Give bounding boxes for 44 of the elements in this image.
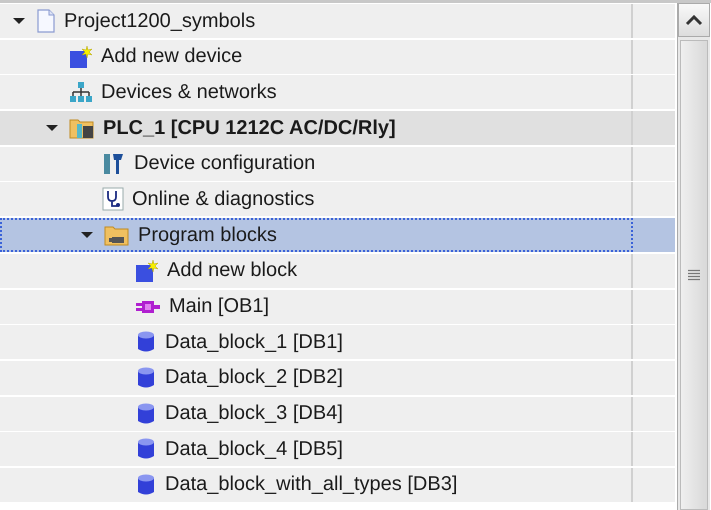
caret-up-icon <box>685 14 703 26</box>
tree-row[interactable]: Add new block <box>0 254 675 288</box>
item-label: Data_block_2 [DB2] <box>165 366 343 390</box>
scroll-thumb[interactable] <box>680 40 708 510</box>
item-label: Device configuration <box>134 152 316 176</box>
tree-row[interactable]: Device configuration <box>0 146 675 181</box>
tree-row[interactable]: Data_block_3 [DB4] <box>0 396 675 431</box>
stethoscope-icon <box>102 187 124 212</box>
item-label: Online & diagnostics <box>132 188 314 211</box>
scroll-up-button[interactable] <box>678 3 710 37</box>
database-icon <box>135 437 157 462</box>
item-label: Main [OB1] <box>169 295 270 318</box>
database-icon <box>135 366 157 390</box>
tree-row[interactable]: Main [OB1] <box>0 290 675 324</box>
tree-row[interactable]: Add new device <box>0 40 675 74</box>
item-label: Add new device <box>101 45 242 68</box>
item-label: Program blocks <box>138 224 277 247</box>
tree-row[interactable]: Data_block_1 [DB1] <box>0 325 675 360</box>
tree-row[interactable]: Program blocks <box>0 218 675 252</box>
database-icon <box>135 472 157 497</box>
tree-row[interactable]: Online & diagnostics <box>0 182 675 216</box>
network-icon <box>69 80 93 104</box>
database-icon <box>135 330 157 354</box>
item-label: Data_block_1 [DB1] <box>165 330 343 354</box>
tree-row[interactable]: Data_block_2 [DB2] <box>0 360 675 395</box>
scrollbar[interactable] <box>677 3 710 510</box>
item-label: Data_block_with_all_types [DB3] <box>165 473 458 496</box>
item-label: Data_block_3 [DB4] <box>165 402 343 426</box>
tree-row[interactable]: PLC_1 [CPU 1212C AC/DC/Rly] <box>0 111 675 146</box>
tree-row[interactable]: Data_block_with_all_types [DB3] <box>0 468 675 502</box>
tool-icon <box>102 152 126 176</box>
tree-row[interactable]: Project1200_symbols <box>0 4 675 38</box>
add-block-icon <box>69 44 93 69</box>
tree-row[interactable]: Data_block_4 [DB5] <box>0 432 675 466</box>
item-label: Add new block <box>167 259 298 282</box>
item-label: Devices & networks <box>101 80 277 104</box>
add-block-icon <box>135 258 159 283</box>
tree-row[interactable]: Devices & networks <box>0 75 675 110</box>
document-icon <box>36 9 56 33</box>
item-label: Project1200_symbols <box>64 10 256 32</box>
grip-icon <box>687 269 701 281</box>
item-label: PLC_1 [CPU 1212C AC/DC/Rly] <box>103 116 396 140</box>
item-label: Data_block_4 [DB5] <box>165 438 343 461</box>
database-icon <box>135 402 157 426</box>
